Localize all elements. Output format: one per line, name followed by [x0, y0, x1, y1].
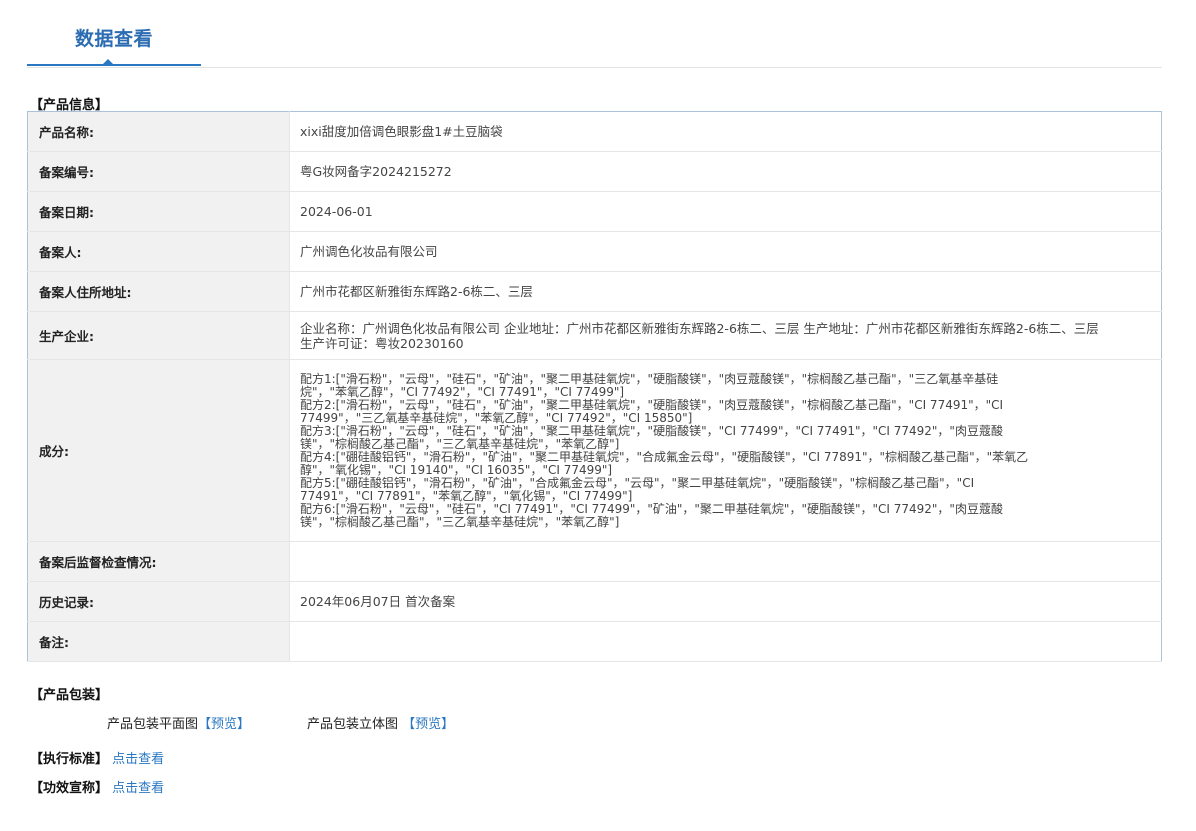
page-header: 数据查看: [27, 0, 1162, 68]
table-row: 备案人: 广州调色化妆品有限公司: [27, 231, 1162, 272]
table-row: 产品名称: xixi甜度加倍调色眼影盘1#土豆脑袋: [27, 111, 1162, 152]
packaging-stereo-label: 产品包装立体图: [307, 717, 399, 732]
record-no-label: 备案编号:: [27, 151, 290, 192]
ingredient-line: 77499"，"三乙氧基辛基硅烷"，"苯氧乙醇"，"CI 77492"，"CI …: [300, 410, 693, 425]
table-row: 生产企业: 企业名称：广州调色化妆品有限公司 企业地址：广州市花都区新雅街东辉路…: [27, 311, 1162, 360]
ingredient-line: 镁"，"棕榈酸乙基己酯"，"三乙氧基辛基硅烷"，"苯氧乙醇"]: [300, 514, 620, 529]
ingredient-line: 配方6:["滑石粉"，"云母"，"硅石"，"CI 77491"，"CI 7749…: [300, 501, 1003, 516]
table-row: 成分: 配方1:["滑石粉"，"云母"，"硅石"，"矿油"，"聚二甲基硅氧烷"，…: [27, 359, 1162, 542]
post-inspection-label: 备案后监督检查情况:: [27, 541, 290, 582]
page-title: 数据查看: [74, 28, 153, 50]
ingredients-value: 配方1:["滑石粉"，"云母"，"硅石"，"矿油"，"聚二甲基硅氧烷"，"硬脂酸…: [289, 359, 1162, 542]
standards-row: 【执行标准】 点击查看: [30, 748, 164, 767]
ingredient-line: 配方4:["硼硅酸铝钙"，"滑石粉"，"矿油"，"聚二甲基硅氧烷"，"合成氟金云…: [300, 449, 1029, 464]
producer-label: 生产企业:: [27, 311, 290, 360]
tab-caret-icon: [102, 59, 114, 65]
ingredient-line: 醇"，"氧化锡"，"CI 19140"，"CI 16035"，"CI 77499…: [300, 462, 613, 477]
standards-view-link[interactable]: 点击查看: [112, 752, 164, 767]
address-label: 备案人住所地址:: [27, 271, 290, 312]
address-value: 广州市花都区新雅街东辉路2-6栋二、三层: [289, 271, 1162, 312]
ingredient-line: 烷"，"苯氧乙醇"，"CI 77492"，"CI 77491"，"CI 7749…: [300, 384, 625, 399]
ingredient-line: 配方2:["滑石粉"，"云母"，"硅石"，"矿油"，"聚二甲基硅氧烷"，"硬脂酸…: [300, 397, 1004, 412]
record-date-label: 备案日期:: [27, 191, 290, 232]
ingredients-label: 成分:: [27, 359, 290, 542]
remarks-value: [289, 621, 1162, 662]
history-value: 2024年06月07日 首次备案: [289, 581, 1162, 622]
ingredient-line: 镁"，"棕榈酸乙基己酯"，"三乙氧基辛基硅烷"，"苯氧乙醇"]: [300, 436, 620, 451]
history-label: 历史记录:: [27, 581, 290, 622]
post-inspection-value: [289, 541, 1162, 582]
packaging-flat: 产品包装平面图【预览】: [107, 713, 250, 732]
ingredient-line: 配方1:["滑石粉"，"云母"，"硅石"，"矿油"，"聚二甲基硅氧烷"，"硬脂酸…: [300, 371, 999, 386]
efficacy-view-link[interactable]: 点击查看: [112, 781, 164, 796]
table-row: 备案编号: 粤G妆网备字2024215272: [27, 151, 1162, 192]
product-name-label: 产品名称:: [27, 111, 290, 152]
packaging-flat-label: 产品包装平面图: [107, 717, 199, 732]
ingredient-line: 配方3:["滑石粉"，"云母"，"硅石"，"矿油"，"聚二甲基硅氧烷"，"硬脂酸…: [300, 423, 1003, 438]
table-row: 备案后监督检查情况:: [27, 541, 1162, 582]
ingredient-line: 77491"，"CI 77891"，"苯氧乙醇"，"氧化锡"，"CI 77499…: [300, 488, 633, 503]
section-product-packaging: 【产品包装】: [30, 688, 109, 703]
efficacy-label: 【功效宣称】: [30, 781, 109, 796]
packaging-stereo-preview-link[interactable]: 【预览】: [402, 717, 454, 732]
tab-data-view[interactable]: 数据查看: [27, 0, 201, 66]
packaging-stereo: 产品包装立体图 【预览】: [307, 713, 454, 732]
producer-value: 企业名称：广州调色化妆品有限公司 企业地址：广州市花都区新雅街东辉路2-6栋二、…: [289, 311, 1162, 360]
product-info-table: 产品名称: xixi甜度加倍调色眼影盘1#土豆脑袋 备案编号: 粤G妆网备字20…: [27, 111, 1162, 662]
table-row: 备注:: [27, 621, 1162, 662]
packaging-flat-preview-link[interactable]: 【预览】: [198, 717, 250, 732]
standards-label: 【执行标准】: [30, 752, 109, 767]
registrant-value: 广州调色化妆品有限公司: [289, 231, 1162, 272]
product-name-value: xixi甜度加倍调色眼影盘1#土豆脑袋: [289, 111, 1162, 152]
table-row: 历史记录: 2024年06月07日 首次备案: [27, 581, 1162, 622]
table-row: 备案人住所地址: 广州市花都区新雅街东辉路2-6栋二、三层: [27, 271, 1162, 312]
ingredient-line: 配方5:["硼硅酸铝钙"，"滑石粉"，"矿油"，"合成氟金云母"，"云母"，"聚…: [300, 475, 975, 490]
record-no-value: 粤G妆网备字2024215272: [289, 151, 1162, 192]
registrant-label: 备案人:: [27, 231, 290, 272]
remarks-label: 备注:: [27, 621, 290, 662]
record-date-value: 2024-06-01: [289, 191, 1162, 232]
table-row: 备案日期: 2024-06-01: [27, 191, 1162, 232]
efficacy-row: 【功效宣称】 点击查看: [30, 777, 164, 796]
